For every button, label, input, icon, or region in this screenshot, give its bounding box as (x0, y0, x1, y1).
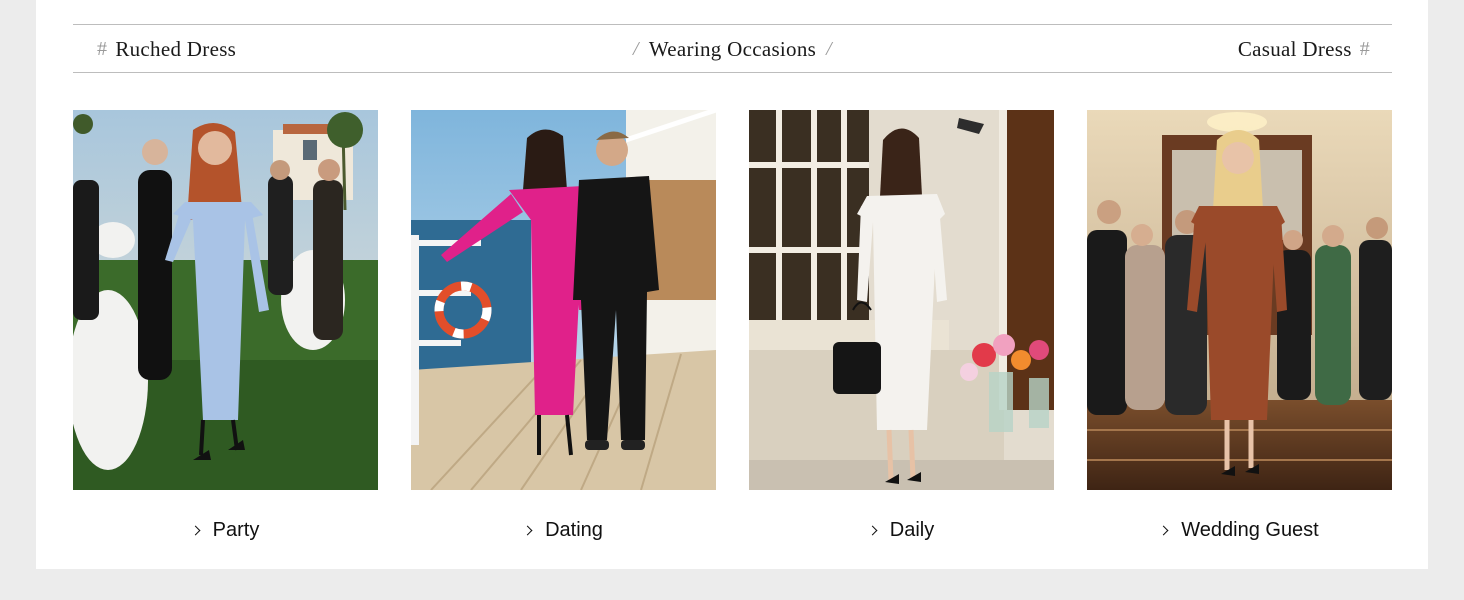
header-casual-dress[interactable]: Casual Dress # (1238, 25, 1370, 73)
occasions-card: # Ruched Dress / Wearing Occasions / Cas… (36, 0, 1428, 569)
occasion-label: Wedding Guest (1181, 518, 1319, 541)
occasion-link-daily[interactable]: Daily (749, 515, 1054, 545)
occasion-label: Daily (889, 518, 935, 541)
occasion-photo-party[interactable] (73, 110, 378, 490)
occasion-link-dating[interactable]: Dating (411, 515, 716, 545)
header-wearing-occasions: / Wearing Occasions / (73, 25, 1392, 73)
occasion-label: Party (212, 518, 260, 541)
chevron-right-icon (522, 525, 533, 536)
header-center-label: Wearing Occasions (648, 36, 817, 61)
section-header: # Ruched Dress / Wearing Occasions / Cas… (73, 24, 1392, 73)
occasion-label: Dating (545, 518, 603, 541)
chevron-right-icon (1158, 525, 1169, 536)
slash-decoration: / (633, 37, 639, 60)
occasion-link-wedding-guest[interactable]: Wedding Guest (1087, 515, 1392, 545)
occasion-photo-daily[interactable] (749, 110, 1054, 490)
chevron-right-icon (190, 525, 201, 536)
chevron-right-icon (867, 525, 878, 536)
slash-decoration: / (826, 37, 832, 60)
occasion-link-party[interactable]: Party (73, 515, 378, 545)
hash-decoration: # (1359, 37, 1370, 60)
occasion-photo-dating[interactable] (411, 110, 716, 490)
occasion-photo-wedding-guest[interactable] (1087, 110, 1392, 490)
header-right-label: Casual Dress (1237, 36, 1352, 61)
